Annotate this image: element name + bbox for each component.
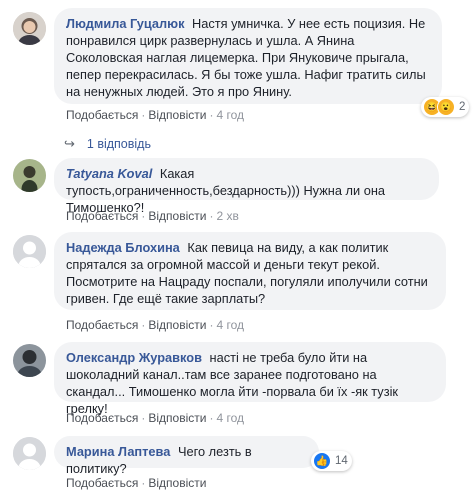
view-replies-link[interactable]: ↪ 1 відповідь — [64, 136, 151, 152]
like-icon: 👍 — [313, 452, 331, 470]
comment-bubble: Tatyana Koval Какая тупость,ограниченнос… — [54, 158, 439, 215]
reaction-count: 14 — [335, 455, 348, 467]
reaction-summary[interactable]: 👍 14 — [311, 451, 352, 471]
like-link[interactable]: Подобається — [66, 318, 138, 332]
like-link[interactable]: Подобається — [66, 476, 138, 490]
comment-actions: Подобається · Відповісти — [66, 476, 207, 490]
like-link[interactable]: Подобається — [66, 108, 138, 122]
comment-author[interactable]: Олександр Журавков — [66, 350, 202, 365]
reply-arrow-icon: ↪ — [64, 136, 75, 151]
reply-link[interactable]: Відповісти — [148, 411, 206, 425]
like-link[interactable]: Подобається — [66, 209, 138, 223]
avatar[interactable] — [13, 344, 46, 377]
reply-link[interactable]: Відповісти — [148, 476, 206, 490]
comment-bubble: Людмила Гуцалюк Настя умничка. У нее ест… — [54, 8, 442, 104]
comment-author[interactable]: Людмила Гуцалюк — [66, 16, 184, 31]
avatar[interactable] — [13, 235, 46, 268]
comment-timestamp[interactable]: 2 хв — [216, 209, 238, 223]
comment-bubble: Олександр Журавков насті не треба було й… — [54, 342, 446, 416]
comment-bubble: Надежда Блохина Как певица на виду, а ка… — [54, 232, 446, 310]
reply-link[interactable]: Відповісти — [148, 209, 206, 223]
comment-bubble: Марина Лаптева Чего лезть в политику? — [54, 436, 319, 476]
avatar[interactable] — [13, 437, 46, 470]
like-link[interactable]: Подобається — [66, 411, 138, 425]
reaction-summary[interactable]: 😆 😮 2 — [421, 97, 470, 117]
comment-timestamp[interactable]: 4 год — [216, 411, 244, 425]
reply-link[interactable]: Відповісти — [148, 318, 206, 332]
wow-emoji-icon: 😮 — [437, 98, 455, 116]
comment-author[interactable]: Марина Лаптева — [66, 444, 170, 459]
comment-actions: Подобається · Відповісти · 4 год — [66, 318, 244, 332]
comment-actions: Подобається · Відповісти · 4 год — [66, 411, 244, 425]
avatar[interactable] — [13, 159, 46, 192]
comment-timestamp[interactable]: 4 год — [216, 108, 244, 122]
avatar[interactable] — [13, 12, 46, 45]
comment-timestamp[interactable]: 4 год — [216, 318, 244, 332]
comment-author[interactable]: Надежда Блохина — [66, 240, 180, 255]
reply-link[interactable]: Відповісти — [148, 108, 206, 122]
reaction-count: 2 — [459, 101, 466, 113]
comment-actions: Подобається · Відповісти · 4 год — [66, 108, 244, 122]
replies-count-label: 1 відповідь — [86, 137, 151, 151]
comment-author[interactable]: Tatyana Koval — [66, 166, 152, 181]
comment-actions: Подобається · Відповісти · 2 хв — [66, 209, 239, 223]
